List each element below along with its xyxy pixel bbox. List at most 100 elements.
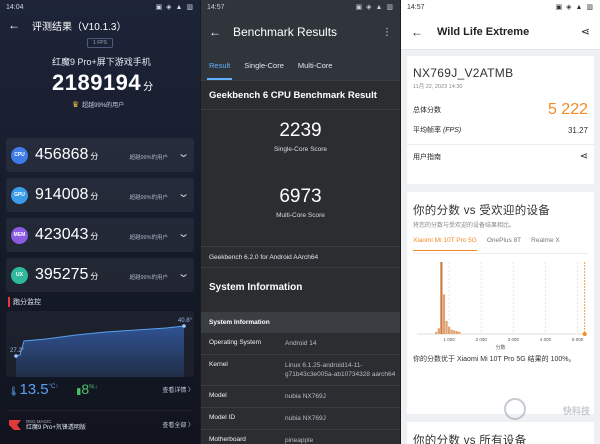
- category-unit: 分: [90, 192, 99, 201]
- share-icon[interactable]: ⋖: [581, 25, 590, 38]
- category-unit: 分: [90, 232, 99, 241]
- temperature-rise-value: 13.5: [19, 380, 49, 398]
- tab-single-core[interactable]: Single-Core: [244, 61, 284, 70]
- multi-core-label: Multi-Core Score: [276, 212, 325, 219]
- tab-bar: Result Single-Core Multi-Core: [201, 50, 400, 80]
- histogram-bar: [458, 331, 461, 334]
- status-bar: 14:57 ▣ ◈ ▲ ▥: [201, 0, 400, 14]
- category-score: 914008 分: [35, 186, 98, 204]
- histogram-bar: [442, 294, 446, 334]
- row-value: Linux 6.1.25-android14-11-g71b43c3e005a-…: [285, 362, 396, 378]
- monitor-title: 跑分监控: [8, 297, 41, 307]
- category-row-gpu[interactable]: GPU 914008 分 超越99%的用户 ⌄: [6, 178, 194, 212]
- app-bar: ← Wild Life Extreme ⋖: [401, 14, 600, 50]
- 3dmark-panel: 14:57 ▣ ◈ ▲ ▥ ← Wild Life Extreme ⋖ NX76…: [401, 0, 600, 444]
- monitor-stats: 🌡13.5°C↑ ▮8%↓ 查看详情 〉: [8, 380, 194, 398]
- gpu-icon: GPU: [11, 186, 28, 204]
- user-guide-row[interactable]: 用户指南 ⋖: [407, 144, 594, 168]
- back-arrow-icon[interactable]: ←: [209, 25, 221, 39]
- table-row: Model nubia NX769J: [201, 385, 400, 407]
- category-score-value: 456868: [35, 146, 89, 163]
- multi-core-value: 6973: [279, 186, 322, 207]
- more-menu-icon[interactable]: ⋮: [382, 27, 392, 38]
- tab-result[interactable]: Result: [206, 61, 233, 80]
- user-guide-label: 用户指南: [413, 153, 441, 161]
- category-list: CPU 456868 分 超越99%的用户 ⌄ GPU 914008 分 超越99%…: [6, 138, 194, 298]
- fps-label-cn: 平均帧率: [413, 127, 441, 134]
- crown-icon: ♛: [72, 100, 80, 109]
- tab-oneplus[interactable]: OnePlus 8T: [487, 237, 521, 253]
- back-arrow-icon[interactable]: ←: [411, 25, 423, 39]
- temp-end-label: 40.8°: [177, 318, 192, 324]
- footer-brand: RED MAGIC: [26, 418, 52, 424]
- antutu-panel: 14:04 ▣ ◈ ▲ ▥ ← 评测结果（V10.1.3） 1 FPS 红魔9 …: [0, 0, 200, 444]
- back-arrow-icon[interactable]: ←: [8, 18, 20, 32]
- fps-value: 31.27: [567, 125, 588, 135]
- single-core-label: Single-Core Score: [273, 146, 328, 153]
- total-score: 2189194 分: [0, 70, 200, 96]
- share-icon[interactable]: ⋖: [580, 151, 588, 162]
- fps-badge: 1 FPS: [87, 38, 113, 48]
- histogram-bar: [435, 331, 438, 334]
- battery-drop: ▮8%↓: [76, 381, 97, 397]
- histogram-bar: [437, 328, 440, 334]
- device-name: NX769J_V2ATMB: [413, 66, 514, 80]
- tab-realme[interactable]: Realme X: [531, 237, 560, 253]
- table-row: Model ID nubia NX769J: [201, 407, 400, 429]
- category-beat: 超越99%的用户: [129, 155, 168, 161]
- single-core-value: 2239: [279, 120, 322, 141]
- single-core-score: 2239 Single-Core Score: [201, 120, 400, 153]
- x-axis-label: 分数: [495, 344, 505, 351]
- watermark-text: 快科技: [562, 406, 590, 416]
- temp-start-label: 27.2°: [10, 348, 25, 354]
- footer: RED MAGIC 红魔9 Pro+氘锋透明版 查看全部 〉: [8, 410, 194, 438]
- category-row-ux[interactable]: UX 395275 分 超越99%的用户 ⌄: [6, 258, 194, 292]
- chevron-down-icon[interactable]: ⌄: [177, 147, 190, 160]
- all-devices-title: 你的分数 vs 所有设备: [413, 435, 527, 444]
- fps-row: 平均帧率 (FPS) 31.27: [407, 120, 594, 140]
- fps-label: 平均帧率 (FPS): [413, 125, 461, 135]
- histogram-bar: [445, 321, 448, 334]
- x-tick-label: 4 000: [540, 337, 552, 342]
- category-unit: 分: [90, 152, 99, 161]
- view-all-link[interactable]: 查看全部 〉: [162, 420, 194, 429]
- total-score-label: 总体分数: [413, 107, 441, 114]
- chevron-down-icon[interactable]: ⌄: [177, 227, 190, 240]
- status-time: 14:04: [6, 3, 24, 11]
- status-bar: 14:57 ▣ ◈ ▲ ▥: [401, 0, 600, 14]
- row-value: nubia NX769J: [285, 415, 326, 422]
- tab-multi-core[interactable]: Multi-Core: [298, 61, 333, 70]
- table-row: Kernel Linux 6.1.25-android14-11-g71b43c3…: [201, 354, 400, 385]
- header: ← 评测结果（V10.1.3）: [0, 14, 200, 36]
- page-title: Wild Life Extreme: [437, 25, 530, 38]
- status-icons: ▣ ◈ ▲ ▥: [155, 4, 194, 11]
- status-icons: ▣ ◈ ▲ ▥: [355, 4, 394, 11]
- beat-text: ♛ 超越99%的用户: [0, 100, 200, 109]
- watermark-logo-icon: [504, 398, 526, 420]
- temperature-monitor-chart: 27.2° 40.8°: [6, 311, 194, 377]
- row-value: Android 14: [285, 340, 317, 347]
- category-beat: 超越99%的用户: [129, 275, 168, 281]
- battery-unit: %↓: [89, 384, 98, 391]
- version-line: Geekbench 6.2.0 for Android AArch64: [201, 246, 400, 268]
- category-row-cpu[interactable]: CPU 456868 分 超越99%的用户 ⌄: [6, 138, 194, 172]
- row-key: Operating System: [209, 339, 262, 346]
- score-histogram: 1 000 2 000 3 000 4 000 5 000 分数: [413, 253, 588, 353]
- thermometer-icon: 🌡: [8, 385, 20, 396]
- category-row-mem[interactable]: MEM 423043 分 超越99%的用户 ⌄: [6, 218, 194, 252]
- row-key: Model: [209, 392, 227, 399]
- status-time: 14:57: [407, 3, 425, 11]
- histogram-bar: [440, 262, 443, 334]
- row-key: Motherboard: [209, 436, 246, 443]
- category-score-value: 423043: [35, 226, 89, 243]
- temperature-curve: [14, 324, 186, 377]
- chevron-down-icon[interactable]: ⌄: [177, 267, 190, 280]
- row-key: Kernel: [209, 361, 228, 368]
- footer-model: 红魔9 Pro+氘锋透明版: [26, 424, 86, 431]
- chevron-down-icon[interactable]: ⌄: [177, 187, 190, 200]
- geekbench-panel: 14:57 ▣ ◈ ▲ ▥ ← Benchmark Results ⋮ Resu…: [201, 0, 400, 444]
- category-unit: 分: [90, 272, 99, 281]
- category-score: 395275 分: [35, 266, 98, 284]
- tab-xiaomi[interactable]: Xiaomi Mi 10T Pro 5G: [413, 237, 477, 251]
- view-details-link[interactable]: 查看详情 〉: [162, 385, 194, 394]
